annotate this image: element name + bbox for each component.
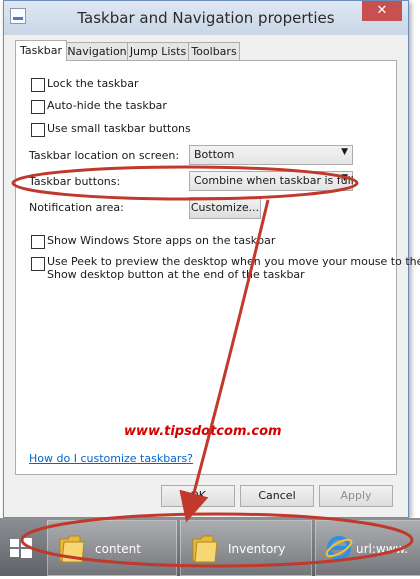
cancel-button[interactable]: Cancel: [240, 485, 314, 507]
taskbar-item-inventory[interactable]: Inventory: [180, 520, 312, 576]
windows-logo-icon: [10, 538, 32, 558]
taskbar-buttons-dropdown[interactable]: Combine when taskbar is full ▼: [189, 171, 354, 191]
taskbar-item-browser[interactable]: url:www.: [315, 520, 420, 576]
notification-area-label: Notification area:: [29, 201, 124, 214]
taskbar-item-label: url:www.: [356, 542, 409, 556]
taskbar-buttons-label: Taskbar buttons:: [29, 175, 121, 188]
window-title: Taskbar and Navigation properties: [77, 9, 335, 27]
lock-taskbar-label: Lock the taskbar: [47, 77, 139, 90]
tab-navigation[interactable]: Navigation: [66, 42, 128, 60]
help-link[interactable]: How do I customize taskbars?: [29, 452, 193, 465]
location-value: Bottom: [194, 148, 235, 161]
location-label: Taskbar location on screen:: [29, 149, 180, 162]
internet-explorer-icon: [325, 536, 353, 560]
taskbar-item-label: Inventory: [228, 542, 286, 556]
start-button[interactable]: [0, 518, 42, 576]
taskbar-item-content[interactable]: content: [47, 520, 177, 576]
close-button[interactable]: ✕: [362, 1, 402, 21]
lock-taskbar-checkbox[interactable]: [31, 78, 45, 92]
store-apps-checkbox[interactable]: [31, 235, 45, 249]
peek-label-line1: Use Peek to preview the desktop when you…: [47, 255, 420, 268]
tab-jump-lists[interactable]: Jump Lists: [127, 42, 189, 60]
store-apps-label: Show Windows Store apps on the taskbar: [47, 234, 276, 247]
taskbar-buttons-value: Combine when taskbar is full: [194, 174, 354, 187]
peek-label-line2: Show desktop button at the end of the ta…: [47, 268, 305, 281]
small-buttons-label: Use small taskbar buttons: [47, 122, 191, 135]
watermark-text: www.tipsdotcom.com: [124, 424, 282, 439]
auto-hide-checkbox[interactable]: [31, 100, 45, 114]
taskbar-item-label: content: [95, 542, 141, 556]
chevron-down-icon: ▼: [341, 147, 348, 157]
properties-window: Taskbar and Navigation properties ✕ Task…: [3, 0, 420, 518]
folder-icon: [192, 535, 218, 563]
customize-button[interactable]: Customize...: [189, 197, 261, 219]
location-dropdown[interactable]: Bottom ▼: [189, 145, 353, 165]
close-icon: ✕: [376, 3, 388, 18]
tab-taskbar[interactable]: Taskbar: [15, 40, 67, 61]
apply-button[interactable]: Apply: [319, 485, 393, 507]
taskbar-tab-panel: Lock the taskbar Auto-hide the taskbar U…: [15, 60, 420, 475]
title-bar[interactable]: Taskbar and Navigation properties ✕: [4, 1, 408, 35]
ok-button[interactable]: OK: [161, 485, 235, 507]
peek-label: Use Peek to preview the desktop when you…: [47, 255, 420, 281]
small-buttons-checkbox[interactable]: [31, 123, 45, 137]
tab-toolbars[interactable]: Toolbars: [188, 42, 240, 60]
auto-hide-label: Auto-hide the taskbar: [47, 99, 167, 112]
folder-icon: [59, 535, 85, 563]
peek-checkbox[interactable]: [31, 257, 45, 271]
windows-taskbar: content Inventory url:www.: [0, 518, 420, 576]
chevron-down-icon: ▼: [341, 173, 348, 183]
